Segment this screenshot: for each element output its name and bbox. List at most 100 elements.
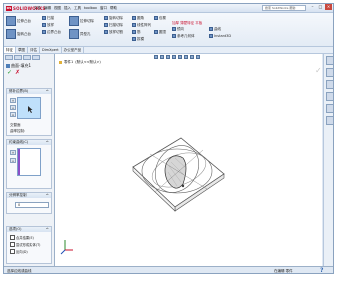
try-form-solid-checkbox[interactable]: 尝试形成实体(T) [10,242,40,247]
menu-window[interactable]: 窗口 [100,5,107,11]
extrude-cut-button[interactable]: 拉伸切除 [69,16,94,26]
resolution-header[interactable]: 分辨率控制 ^ [7,193,51,198]
revolve-boss-button[interactable]: 旋转凸台 [6,29,31,39]
constraint-curves-header[interactable]: 约束曲线(C) ^ [7,140,51,145]
mirror-icon [172,27,176,31]
design-library-icon[interactable] [325,68,333,77]
sweep-cut-button[interactable]: 扫描切除 [104,23,123,27]
dimxpert-tab[interactable] [32,55,40,60]
reference-geometry-button[interactable]: 参考几何体 [172,34,195,38]
part-icon [59,61,62,64]
revolve-cut-icon [104,16,108,20]
custom-properties-icon[interactable] [325,116,333,125]
feature-tree-tab[interactable] [5,55,13,60]
patch-boundary-header[interactable]: 修补边界(B) ^ [7,89,51,94]
display-style-icon[interactable] [184,55,188,59]
wrap-button[interactable]: 包覆 [154,16,166,20]
app-window: DS SOLIDWORKS 文件 编辑 视图 插入 工具 toolbox 窗口 … [3,3,334,274]
configuration-tab[interactable] [23,55,31,60]
linear-pattern-button[interactable]: 线性阵列 [132,23,151,27]
menu-edit[interactable]: 编辑 [44,5,51,11]
confirmation-corner-check[interactable]: ✓ [315,66,322,75]
thicken-highlight-label: 加厚 薄壁特征 平板 [172,21,203,25]
menu-view[interactable]: 视图 [54,5,61,11]
breadcrumb-part[interactable]: 零件1 [64,60,73,65]
minimize-button[interactable]: – [309,4,316,10]
instant3d-button[interactable]: Instant3D [209,34,231,38]
move-down-button[interactable]: ↓ [10,105,16,110]
revolve-icon [6,29,16,39]
loft-button[interactable]: 放样 [42,23,54,27]
reverse-checkbox[interactable]: 反向(D) [10,249,28,254]
zoom-to-fit-icon[interactable] [154,55,158,59]
view-palette-icon[interactable] [325,92,333,101]
constraint-selection-box[interactable] [17,148,41,176]
help-icon[interactable]: ? [320,267,323,273]
command-manager-ribbon: 拉伸凸台 旋转凸台 扫描 放样 边界凸台 拉伸切除 异型孔 旋转切除 扫描切除 … [4,13,333,47]
hole-wizard-button[interactable]: 异型孔 [69,29,91,39]
options-header[interactable]: 选项(O) ^ [7,227,51,232]
merge-result-checkbox[interactable]: 合并结果(E) [10,235,34,240]
tab-features[interactable]: 特征 [4,47,16,53]
tab-dimxpert[interactable]: DimXpert [40,47,62,53]
menu-file[interactable]: 文件 [34,5,41,11]
previous-view-icon[interactable] [166,55,170,59]
status-message: 选择边线或曲线 [7,269,32,273]
collapse-chevron-icon: ^ [45,89,49,94]
tab-office-products[interactable]: 办公室产品 [62,47,85,53]
maximize-button[interactable]: □ [317,4,324,10]
extrude-boss-button[interactable]: 拉伸凸台 [6,16,31,26]
resolution-slider[interactable]: 0 [15,202,49,208]
appearance-icon[interactable] [196,55,200,59]
help-search-input[interactable]: 搜索 SolidWorks 帮助 [262,5,306,11]
linear-pattern-icon [132,23,136,27]
options-group: 选项(O) ^ 合并结果(E) 尝试形成实体(T) 反向(D) [6,226,52,264]
sweep-icon [42,16,46,20]
feature-breadcrumb: 零件1 (默认<<默认>) [59,60,101,65]
revolve-cut-button[interactable]: 旋转切除 [104,16,123,20]
pm-actions: ✓ ✗ [7,70,20,76]
constraint-up-button[interactable]: ↑ [10,150,16,155]
menu-tools[interactable]: 工具 [74,5,81,11]
boundary-boss-button[interactable]: 边界凸台 [42,30,61,34]
appearances-icon[interactable] [325,104,333,113]
checkbox-icon [10,242,15,247]
section-view-icon[interactable] [172,55,176,59]
menu-toolbox[interactable]: toolbox [84,5,97,11]
ok-button[interactable]: ✓ [7,70,12,76]
sweep-cut-icon [104,23,108,27]
graphics-area[interactable] [55,54,322,266]
sweep-button[interactable]: 扫描 [42,16,54,20]
view-orientation-icon[interactable] [178,55,182,59]
rib-button[interactable]: 筋 [132,30,141,34]
constraint-down-button[interactable]: ↓ [10,158,16,163]
alternate-face-label: 交替面 [10,123,21,127]
loft-cut-button[interactable]: 放样切割 [104,30,123,34]
boundary-selection-box[interactable] [17,97,41,119]
heads-up-view-toolbar [154,55,200,59]
screenshot-frame: DS SOLIDWORKS 文件 编辑 视图 插入 工具 toolbox 窗口 … [0,0,339,282]
property-manager-tab[interactable] [14,55,22,60]
cursor-icon [28,106,33,113]
collapse-chevron-icon: ^ [45,193,49,198]
resources-icon[interactable] [325,56,333,65]
tab-sketch[interactable]: 草图 [16,47,28,53]
cancel-button[interactable]: ✗ [15,70,20,76]
menu-insert[interactable]: 插入 [64,5,71,11]
menu-bar: 文件 编辑 视图 插入 工具 toolbox 窗口 帮助 [34,5,117,11]
instant3d-icon [209,34,213,38]
zoom-area-icon[interactable] [160,55,164,59]
tab-evaluate[interactable]: 评估 [28,47,40,53]
move-up-button[interactable]: ↑ [10,98,16,103]
fillet-button[interactable]: 圆角 [132,16,144,20]
file-explorer-icon[interactable] [325,80,333,89]
dome-button[interactable]: 圆顶 [154,30,166,34]
remove-button[interactable]: x [10,112,16,117]
mirror-button[interactable]: 镜向 [172,27,184,31]
draft-button[interactable]: 拔模 [132,37,144,41]
task-pane [323,54,333,266]
close-button[interactable]: × [325,4,332,10]
hide-show-icon[interactable] [190,55,194,59]
menu-help[interactable]: 帮助 [110,5,117,11]
curves-button[interactable]: 曲线 [209,27,221,31]
